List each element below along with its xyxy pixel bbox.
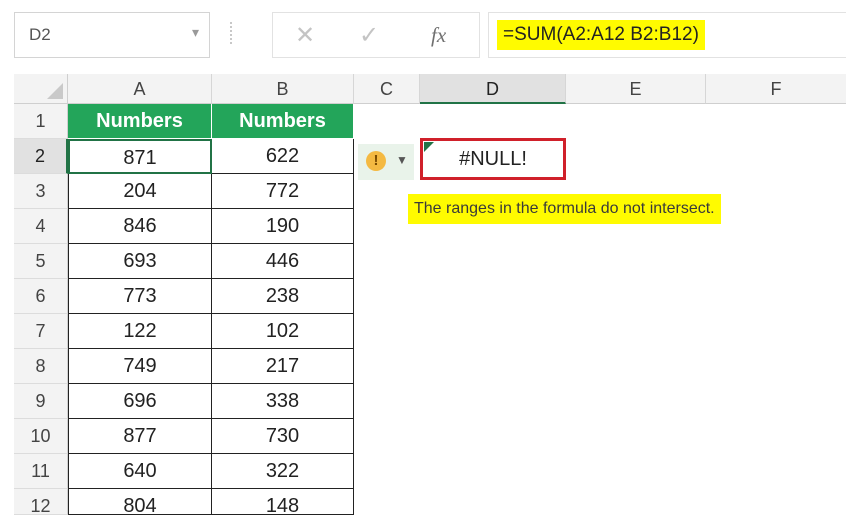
column-header-d[interactable]: D [420,74,566,104]
row-header-3[interactable]: 3 [14,174,68,209]
error-indicator[interactable]: ! ▼ [358,144,414,180]
table-cell[interactable]: 871 [68,139,212,174]
checkmark-icon[interactable]: ✓ [359,21,379,50]
table-cell[interactable]: 446 [212,244,354,279]
table-cell[interactable]: 772 [212,174,354,209]
table-cell[interactable]: 640 [68,454,212,489]
cell-d2-value: #NULL! [459,148,527,170]
table-cell[interactable]: 693 [68,244,212,279]
table-cell[interactable]: 696 [68,384,212,419]
row-header-9[interactable]: 9 [14,384,68,419]
table-cell[interactable]: 204 [68,174,212,209]
select-all-corner[interactable] [14,74,68,104]
warning-icon: ! [366,151,386,171]
table-cell[interactable]: 238 [212,279,354,314]
table-cell[interactable]: 102 [212,314,354,349]
table-cell[interactable]: 846 [68,209,212,244]
table-cell[interactable]: 322 [212,454,354,489]
table-header-cell[interactable]: Numbers [212,104,354,139]
close-icon[interactable]: ✕ [295,21,315,50]
column-header-a[interactable]: A [68,74,212,104]
row-header-11[interactable]: 11 [14,454,68,489]
row-header-5[interactable]: 5 [14,244,68,279]
toolbar-separator [230,22,236,44]
table-cell[interactable]: 749 [68,349,212,384]
name-box[interactable]: D2 ▾ [14,12,210,58]
column-header-f[interactable]: F [706,74,846,104]
chevron-down-icon: ▼ [396,153,408,167]
table-cell[interactable]: 730 [212,419,354,454]
table-header-cell[interactable]: Numbers [68,104,212,139]
row-header-12[interactable]: 12 [14,489,68,516]
column-header-c[interactable]: C [354,74,420,104]
formula-bar-area: D2 ▾ ✕ ✓ fx =SUM(A2:A12 B2:B12) [0,0,846,74]
row-header-6[interactable]: 6 [14,279,68,314]
row-header-2[interactable]: 2 [14,139,68,174]
table-cell[interactable]: 122 [68,314,212,349]
row-header-7[interactable]: 7 [14,314,68,349]
formula-input[interactable]: =SUM(A2:A12 B2:B12) [488,12,846,58]
name-box-value: D2 [29,25,51,44]
table-cell[interactable]: 773 [68,279,212,314]
column-header-b[interactable]: B [212,74,354,104]
error-tooltip: The ranges in the formula do not interse… [408,194,721,224]
row-header-10[interactable]: 10 [14,419,68,454]
insert-function-icon[interactable]: fx [431,23,446,48]
active-cell-d2[interactable]: #NULL! [420,138,566,180]
formula-text: =SUM(A2:A12 B2:B12) [497,20,705,50]
formula-buttons: ✕ ✓ fx [272,12,480,58]
table-cell[interactable]: 338 [212,384,354,419]
row-header-1[interactable]: 1 [14,104,68,139]
column-header-e[interactable]: E [566,74,706,104]
row-header-8[interactable]: 8 [14,349,68,384]
table-cell[interactable]: 217 [212,349,354,384]
table-cell[interactable]: 877 [68,419,212,454]
table-cell[interactable]: 190 [212,209,354,244]
table-cell[interactable]: 148 [212,489,354,517]
chevron-down-icon[interactable]: ▾ [192,24,199,41]
table-cell[interactable]: 622 [212,139,354,174]
table-cell[interactable]: 804 [68,489,212,517]
spreadsheet-grid: A B C D E F ! ▼ #NULL! The ranges in the… [0,74,846,520]
row-header-4[interactable]: 4 [14,209,68,244]
